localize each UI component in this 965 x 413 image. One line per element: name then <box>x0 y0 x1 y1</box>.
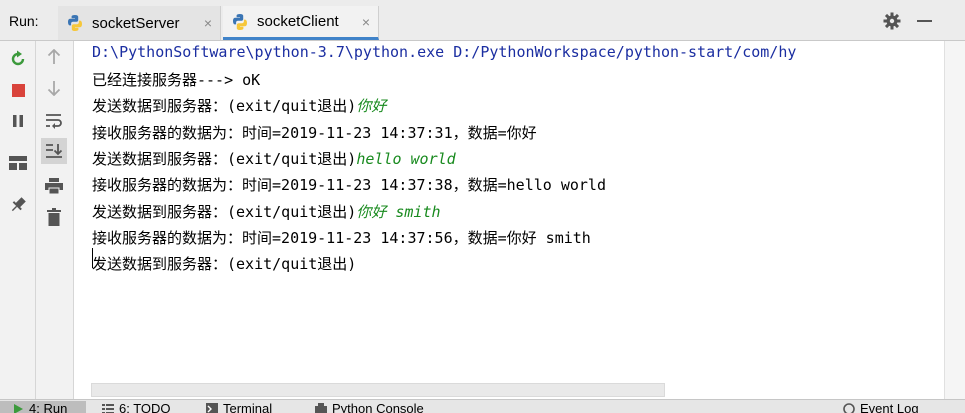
gear-icon[interactable] <box>883 12 901 30</box>
run-label: Run: <box>9 13 39 29</box>
terminal-icon <box>206 403 218 413</box>
layout-icon[interactable] <box>8 153 28 173</box>
console-prompt-line: 发送数据到服务器：(exit/quit退出)你好 <box>92 95 386 116</box>
tab-python-console[interactable]: Python Console <box>315 401 424 413</box>
stop-icon[interactable] <box>8 80 28 100</box>
console-output[interactable]: D:\PythonSoftware\python-3.7\python.exe … <box>74 41 944 383</box>
horizontal-scrollbar[interactable] <box>91 383 665 397</box>
user-input-text: 你好 <box>356 97 387 115</box>
console-line: 接收服务器的数据为：时间=2019-11-23 14:37:38，数据=hell… <box>92 176 606 194</box>
console-line: 已经连接服务器---> oK <box>92 71 261 89</box>
prompt-text: 发送数据到服务器：(exit/quit退出) <box>92 97 357 115</box>
soft-wrap-icon[interactable] <box>44 111 64 131</box>
python-icon <box>233 13 247 30</box>
tab-label: 4: Run <box>29 401 68 413</box>
tab-socketclient[interactable]: socketClient × <box>223 6 379 40</box>
scroll-to-end-icon[interactable] <box>41 138 67 164</box>
tab-label: 6: TODO <box>119 401 171 413</box>
python-console-icon <box>315 403 327 413</box>
vertical-scrollbar[interactable] <box>944 41 965 399</box>
tab-todo[interactable]: 6: TODO <box>102 401 171 413</box>
event-log-icon <box>843 403 855 413</box>
tab-event-log[interactable]: Event Log <box>843 401 919 413</box>
print-icon[interactable] <box>44 176 64 196</box>
tab-terminal[interactable]: Terminal <box>206 401 272 413</box>
tab-socketserver[interactable]: socketServer × <box>58 6 221 40</box>
console-prompt-line: 发送数据到服务器：(exit/quit退出)hello world <box>92 148 456 169</box>
user-input-text: 你好 smith <box>356 203 441 221</box>
tab-run[interactable]: 4: Run <box>0 401 86 413</box>
run-icon <box>14 404 23 413</box>
trash-icon[interactable] <box>44 207 64 227</box>
python-icon <box>68 15 82 31</box>
tab-label: socketClient <box>257 13 339 30</box>
console-line: 接收服务器的数据为：时间=2019-11-23 14:37:31，数据=你好 <box>92 124 537 142</box>
pin-icon[interactable] <box>8 195 28 215</box>
run-toolbar: Run: socketServer × socketClient × <box>0 0 965 41</box>
minimize-icon[interactable] <box>917 20 932 22</box>
user-input-text: hello world <box>356 150 456 168</box>
tab-label: socketServer <box>92 14 180 32</box>
close-icon[interactable]: × <box>362 14 370 30</box>
console-line: 接收服务器的数据为：时间=2019-11-23 14:37:56，数据=你好 s… <box>92 229 591 247</box>
prompt-text: 发送数据到服务器：(exit/quit退出) <box>92 150 357 168</box>
console-actions-toolbar <box>36 41 74 399</box>
down-arrow-icon[interactable] <box>44 78 64 98</box>
todo-icon <box>102 404 114 413</box>
up-arrow-icon[interactable] <box>44 47 64 67</box>
console-prompt-line: 发送数据到服务器：(exit/quit退出)你好 smith <box>92 201 441 222</box>
console-command-line: D:\PythonSoftware\python-3.7\python.exe … <box>92 43 797 61</box>
tab-label: Python Console <box>332 401 424 413</box>
close-icon[interactable]: × <box>204 15 212 31</box>
run-actions-toolbar <box>0 41 36 413</box>
tab-label: Event Log <box>860 401 919 413</box>
prompt-text: 发送数据到服务器：(exit/quit退出) <box>92 203 357 221</box>
rerun-icon[interactable] <box>8 49 28 69</box>
pause-icon[interactable] <box>8 111 28 131</box>
tab-label: Terminal <box>223 401 273 413</box>
console-prompt-line: 发送数据到服务器：(exit/quit退出) <box>92 255 357 273</box>
tool-window-bar: 4: Run 6: TODO Terminal Python Console E… <box>0 399 965 413</box>
text-caret <box>92 248 93 268</box>
